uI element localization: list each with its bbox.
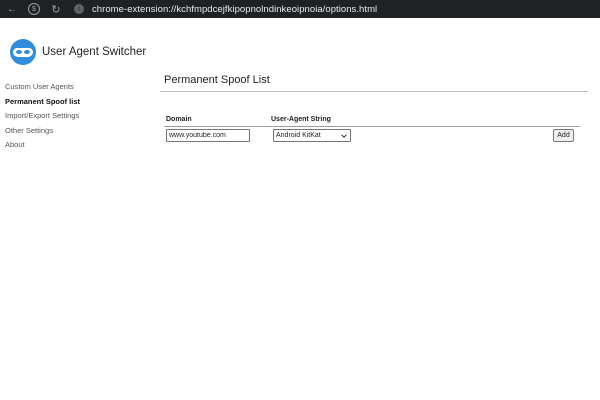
table-row: Android KitKat Add — [164, 128, 580, 144]
title-divider — [160, 91, 588, 92]
back-arrow-icon[interactable]: ← — [4, 1, 20, 17]
spoof-list-table: Domain User-Agent String Android KitKat … — [164, 114, 580, 144]
dollar-circle-icon[interactable]: $ — [28, 3, 40, 15]
sidebar-item-custom-user-agents[interactable]: Custom User Agents — [5, 80, 145, 95]
app-title: User Agent Switcher — [42, 46, 147, 58]
sidebar-item-other-settings[interactable]: Other Settings — [5, 124, 145, 139]
masked-face-logo-icon — [10, 39, 36, 65]
main-content: Permanent Spoof List Domain User-Agent S… — [160, 72, 590, 142]
table-header-row: Domain User-Agent String — [164, 114, 580, 126]
app-header: User Agent Switcher — [10, 38, 146, 66]
sidebar-nav: Custom User Agents Permanent Spoof list … — [5, 80, 145, 153]
user-agent-select[interactable]: Android KitKat — [273, 129, 351, 142]
sidebar-item-about[interactable]: About — [5, 138, 145, 153]
domain-input[interactable] — [166, 129, 250, 142]
chevron-down-icon — [341, 134, 347, 138]
page-title: Permanent Spoof List — [164, 74, 270, 86]
extension-info-icon[interactable]: i — [74, 4, 84, 14]
user-agent-select-value: Android KitKat — [276, 132, 321, 139]
browser-toolbar: ← $ ↻ i chrome-extension://kchfmpdcejfki… — [0, 0, 600, 18]
header-divider — [164, 126, 580, 127]
sidebar-item-import-export-settings[interactable]: Import/Export Settings — [5, 109, 145, 124]
reload-icon[interactable]: ↻ — [48, 1, 64, 17]
sidebar-item-permanent-spoof-list[interactable]: Permanent Spoof list — [5, 95, 145, 110]
address-bar-url[interactable]: chrome-extension://kchfmpdcejfkipopnolnd… — [92, 4, 377, 15]
column-header-domain: Domain — [166, 116, 192, 123]
column-header-user-agent-string: User-Agent String — [271, 116, 331, 123]
add-button[interactable]: Add — [553, 129, 574, 142]
